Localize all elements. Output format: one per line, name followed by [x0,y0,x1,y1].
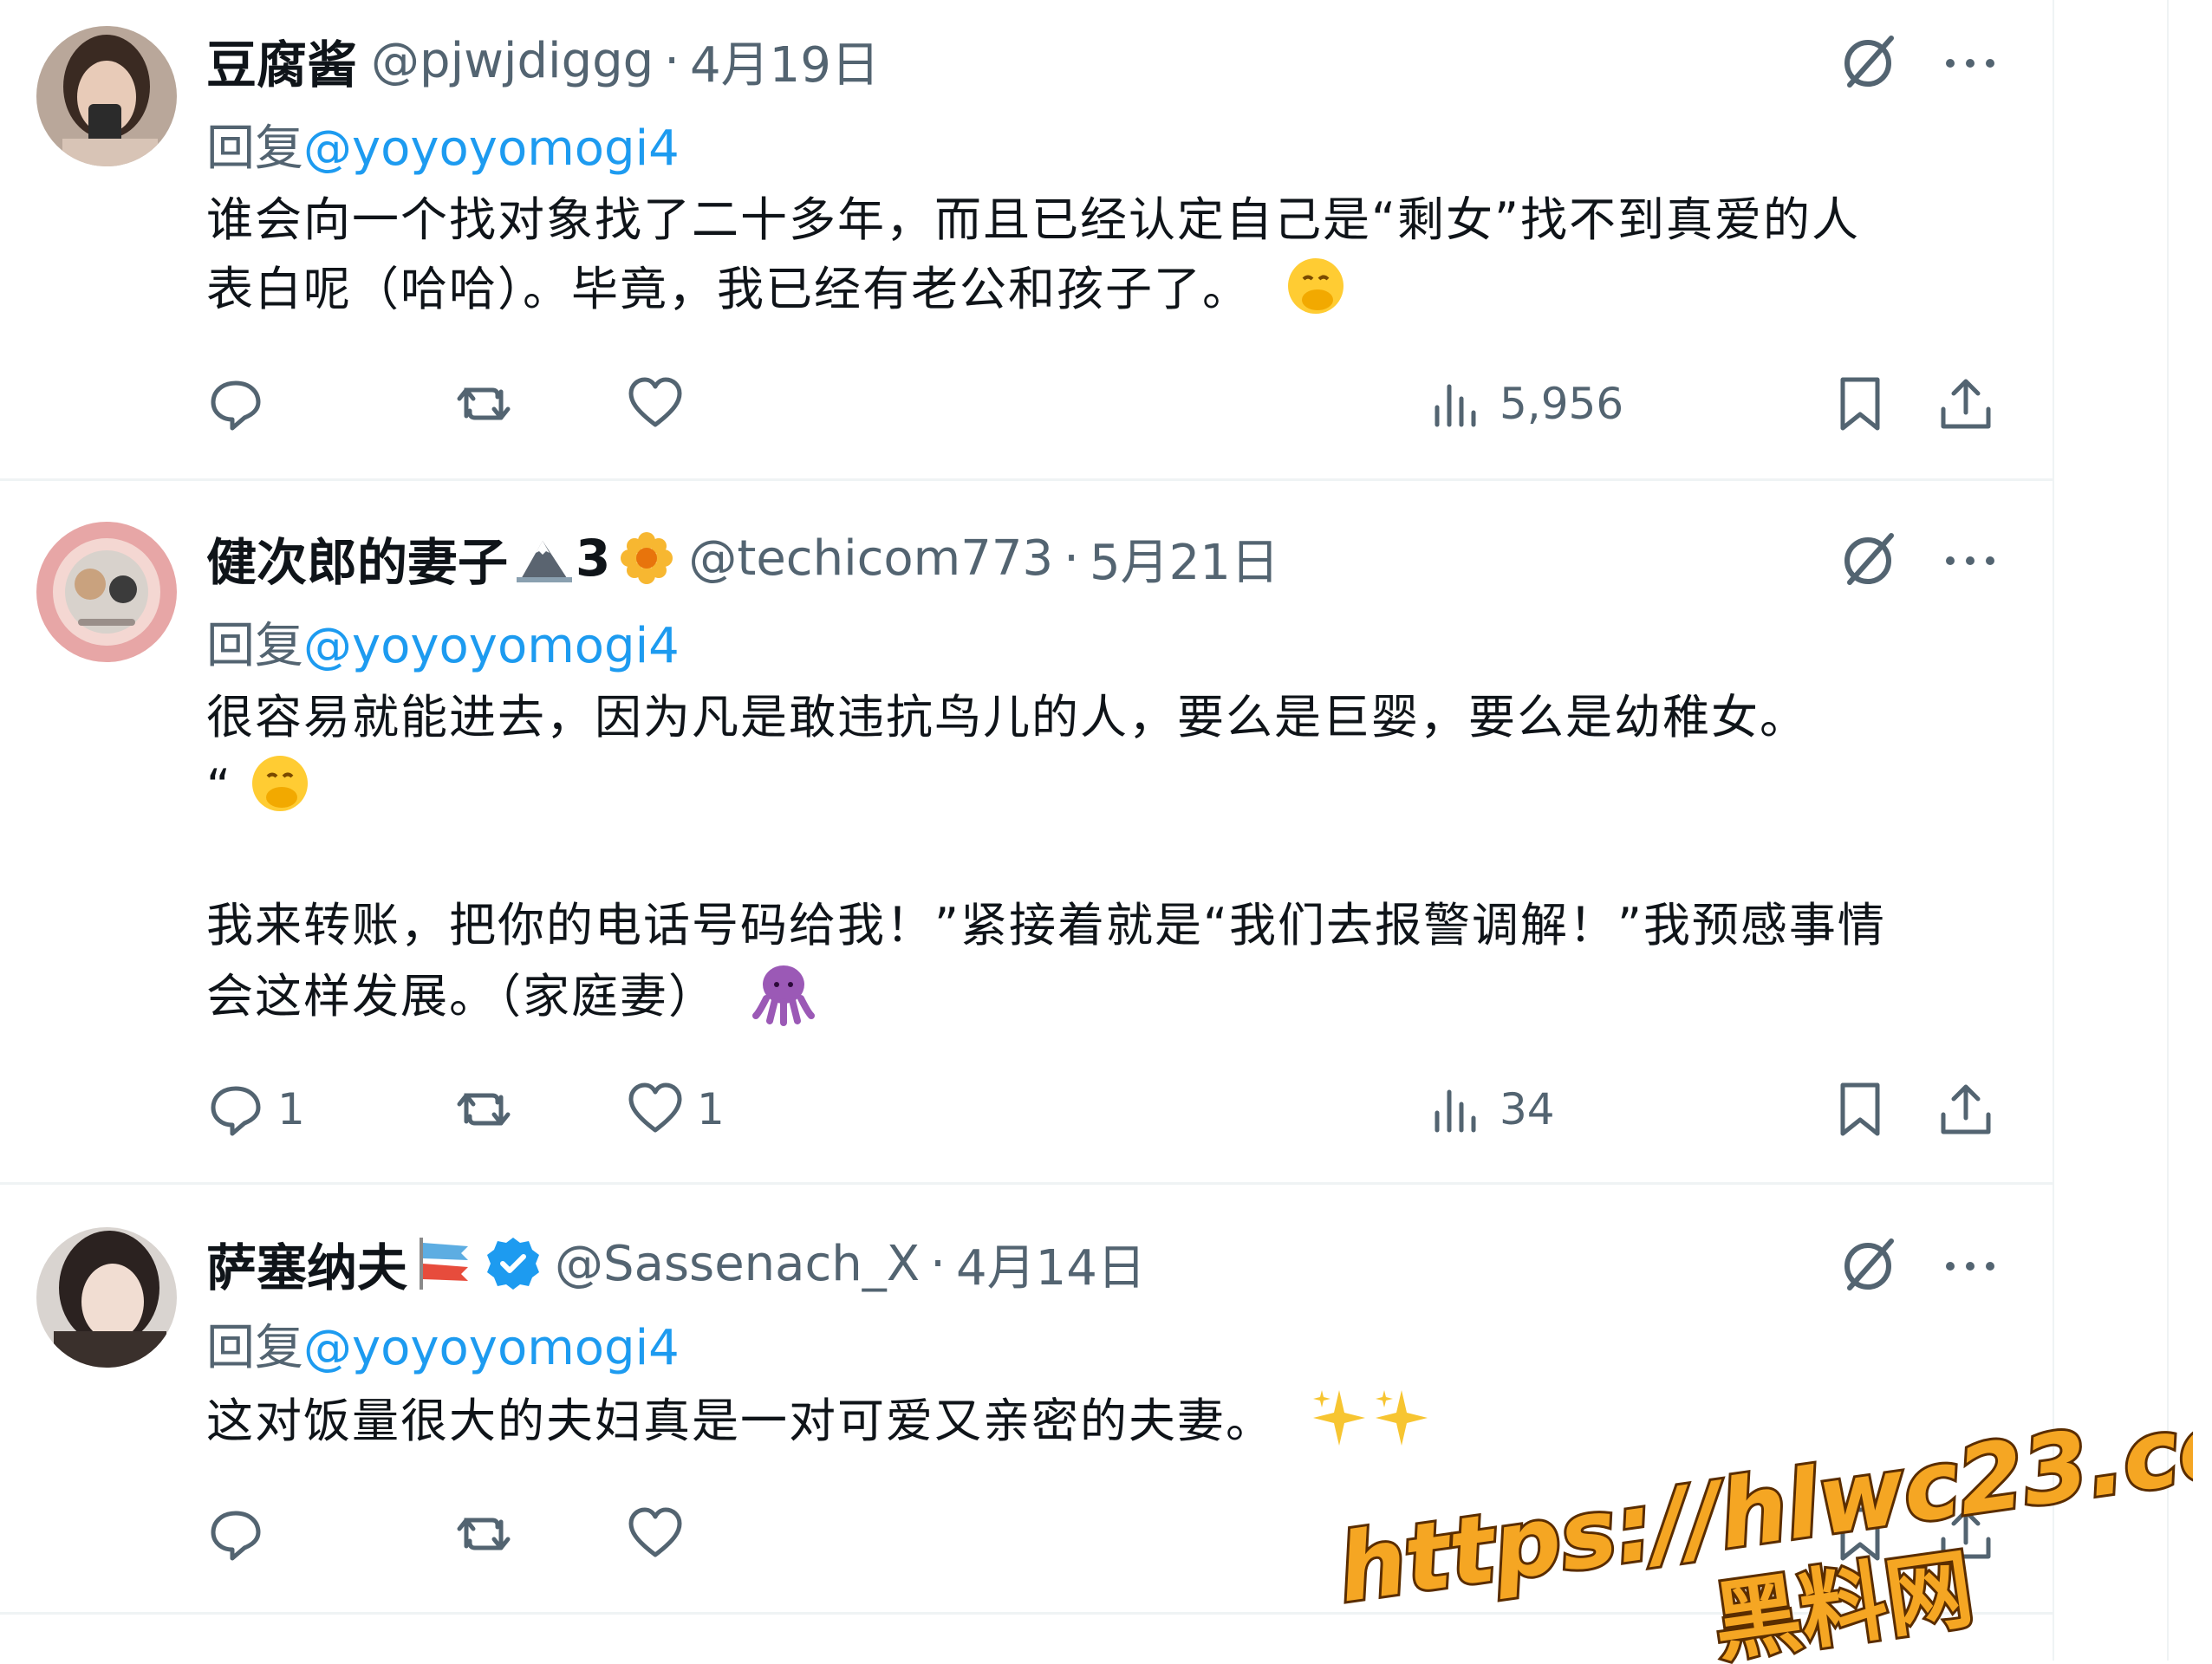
tweet-text-line: 我来转账，把你的电话号码给我！”紧接着就是“我们去报警调解！”我预感事情 [206,898,1886,952]
retweet-button[interactable] [454,1499,525,1569]
like-button[interactable] [626,1499,697,1569]
mountain-emoji [517,541,573,582]
more-icon[interactable] [1940,529,2001,589]
bookmark-icon [1840,1507,1880,1561]
retweet-icon [457,1093,511,1126]
tweet-text-line: 表白呢（哈哈）。毕竟，我已经有老公和孩子了。 [206,255,2009,324]
timeline-right-border [2053,0,2054,1661]
share-icon [1941,1509,1991,1559]
separator-dot: · [930,1235,946,1292]
grok-icon[interactable] [1839,31,1900,92]
flower-emoji [621,532,673,584]
more-icon[interactable] [1940,31,2001,92]
replying-to: 回复@yoyoyomogi4 [206,1309,680,1379]
tweet-header: 健次郎的妻子 3 @techicom773 · 5月21日 [206,523,1279,593]
like-button[interactable]: 1 [626,1075,725,1144]
user-handle[interactable]: @pjwjdiggg [371,33,654,89]
grok-icon[interactable] [1839,529,1900,589]
display-name[interactable]: 健次郎的妻子 [206,522,508,595]
carp-streamer-emoji [420,1238,469,1290]
retweet-button[interactable] [454,369,525,439]
octopus-emoji [752,965,816,1026]
views-count: 5,956 [1500,379,1624,429]
separator-dot: · [1064,530,1079,587]
divider [0,1612,2053,1615]
sparkles-emoji [1313,1390,1428,1446]
reply-icon [211,1086,261,1136]
reply-mention-link[interactable]: @yoyoyomogi4 [303,120,680,177]
replying-to: 回复@yoyoyomogi4 [206,109,680,179]
tweet-actions: 5,956 [206,369,2009,439]
share-button[interactable] [1936,1499,1995,1569]
share-icon [1941,1084,1991,1134]
display-name[interactable]: 豆腐酱 [206,24,357,97]
reply-icon [211,380,261,431]
user-handle[interactable]: @techicom773 [688,530,1053,587]
views-button[interactable]: 5,956 [1428,369,1623,439]
reply-button[interactable] [206,369,277,439]
more-icon[interactable] [1940,1234,2001,1295]
retweet-icon [457,387,511,420]
views-count: 34 [1500,1084,1555,1134]
bookmark-icon [1840,1082,1880,1136]
reply-button[interactable] [206,1499,277,1569]
tweet-text-line: 很容易就能进去，因为凡是敢违抗鸟儿的人，要么是巨婴，要么是幼稚女。 [206,690,1808,744]
tweet-header: 豆腐酱 @pjwjdiggg · 4月19日 [206,26,880,95]
reply-count: 1 [277,1084,305,1134]
tweet-text: 很容易就能进去，因为凡是敢违抗鸟儿的人，要么是巨婴，要么是幼稚女。 “ 我来转账… [206,683,2009,1031]
tweet-date[interactable]: 4月14日 [956,1229,1146,1299]
avatar[interactable] [36,522,177,662]
heart-icon [628,1507,682,1557]
avatar[interactable] [36,1227,177,1368]
verified-badge-icon [487,1238,540,1290]
reply-icon [211,1511,261,1561]
tweet-text-line: “ [206,752,2009,822]
bookmark-icon [1840,377,1880,431]
tweet-actions [206,1499,2009,1569]
like-button[interactable] [626,369,697,439]
scrollbar-track[interactable] [2167,0,2169,1661]
tweet-text: 这对饭量很大的夫妇真是一对可爱又亲密的夫妻。 [206,1387,2009,1456]
heart-icon [628,377,682,427]
share-button[interactable] [1936,1075,1995,1144]
reply-prefix: 回复 [206,1320,303,1376]
tweet-text-line: 这对饭量很大的夫妇真是一对可爱又亲密的夫妻。 [206,1387,2009,1456]
retweet-icon [457,1518,511,1550]
reply-prefix: 回复 [206,120,303,177]
separator-dot: · [664,32,680,89]
bookmark-button[interactable] [1831,1499,1890,1569]
avatar[interactable] [36,26,177,166]
reply-tweet[interactable]: 豆腐酱 @pjwjdiggg · 4月19日 回复@yoyoyomogi4 谁会… [0,0,2053,478]
display-name-suffix: 3 [576,529,611,588]
views-icon [1435,384,1476,427]
face-with-hand-over-mouth-emoji [252,756,309,811]
tweet-text-line [206,822,2009,891]
heart-icon [628,1082,682,1133]
tweet-date[interactable]: 4月19日 [690,26,880,96]
tweet-actions: 1 1 34 [206,1075,2009,1144]
bookmark-button[interactable] [1831,1075,1890,1144]
face-with-hand-over-mouth-emoji [1288,258,1344,314]
user-handle[interactable]: @Sassenach_X [555,1236,920,1292]
tweet-date[interactable]: 5月21日 [1090,523,1279,594]
views-icon [1435,1089,1476,1133]
bookmark-button[interactable] [1831,369,1890,439]
share-icon [1941,379,1991,429]
reply-mention-link[interactable]: @yoyoyomogi4 [303,618,680,674]
like-count: 1 [697,1084,725,1134]
reply-mention-link[interactable]: @yoyoyomogi4 [303,1320,680,1376]
retweet-button[interactable] [454,1075,525,1144]
reply-prefix: 回复 [206,618,303,674]
replying-to: 回复@yoyoyomogi4 [206,607,680,677]
tweet-header: 萨塞纳夫 @Sassenach_X · 4月14日 [206,1229,1146,1298]
display-name[interactable]: 萨塞纳夫 [206,1227,407,1300]
views-button[interactable]: 34 [1428,1075,1555,1144]
reply-button[interactable]: 1 [206,1075,305,1144]
tweet-text-line: 谁会向一个找对象找了二十多年，而且已经认定自己是“剩女”找不到真爱的人 [206,192,1860,247]
grok-icon[interactable] [1839,1234,1900,1295]
tweet-text-line: 会这样发展。（家庭妻） [206,960,2009,1031]
share-button[interactable] [1936,369,1995,439]
tweet-text: 谁会向一个找对象找了二十多年，而且已经认定自己是“剩女”找不到真爱的人 表白呢（… [206,185,2009,324]
